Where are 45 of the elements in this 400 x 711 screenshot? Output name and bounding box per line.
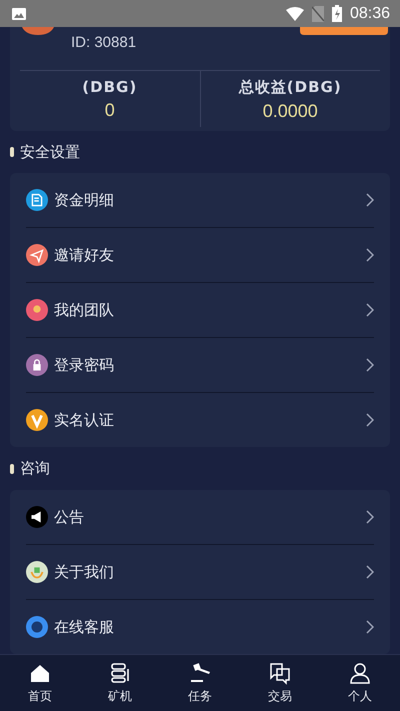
nav-label[interactable]: 矿机 [108, 688, 132, 705]
nav-label[interactable]: 首页 [28, 688, 52, 705]
no-sim-icon [312, 6, 324, 22]
plane-icon [26, 244, 48, 266]
v-letter-icon [26, 409, 48, 432]
nav-label[interactable]: 交易 [268, 688, 292, 705]
gavel-icon[interactable] [188, 661, 212, 685]
chevron-right-icon[interactable] [366, 303, 374, 318]
image-icon [12, 8, 26, 20]
chevron-right-icon[interactable] [366, 413, 374, 428]
menu-item[interactable]: 公告 [54, 508, 360, 527]
chevron-right-icon[interactable] [366, 565, 374, 580]
menu-item[interactable]: 实名认证 [54, 410, 360, 430]
menu-item[interactable]: 登录密码 [54, 356, 360, 375]
ledger-icon [26, 189, 48, 212]
wifi-icon [286, 6, 304, 20]
server-icon[interactable] [108, 661, 132, 685]
lock-icon [26, 354, 48, 376]
megaphone-icon [26, 506, 48, 528]
chevron-right-icon[interactable] [366, 510, 374, 524]
battery-icon [332, 5, 342, 22]
stat-label: (DBG) [82, 78, 138, 96]
menu-item[interactable]: 资金明细 [54, 190, 360, 210]
section-title: 安全设置 [20, 142, 80, 162]
avatar-icon [22, 27, 54, 35]
section-title: 咨询 [20, 459, 50, 478]
chevron-right-icon[interactable] [366, 248, 374, 262]
chevron-right-icon[interactable] [366, 193, 374, 208]
menu-item[interactable]: 我的团队 [54, 300, 360, 320]
person-icon[interactable] [348, 661, 372, 685]
nav-label[interactable]: 个人 [348, 688, 372, 705]
chat-bubbles-icon[interactable] [268, 661, 292, 685]
stat-value: 0.0000 [262, 101, 318, 122]
menu-item[interactable]: 在线客服 [54, 618, 360, 637]
section-marker [10, 464, 14, 474]
chevron-right-icon[interactable] [366, 620, 374, 634]
menu-item[interactable]: 邀请好友 [54, 246, 360, 265]
stat-label: 总收益(DBG) [238, 78, 342, 97]
menu-item[interactable]: 关于我们 [54, 562, 360, 582]
nav-label[interactable]: 任务 [188, 688, 212, 705]
chevron-right-icon[interactable] [366, 358, 374, 372]
stat-value: 0 [104, 100, 115, 121]
user-id: ID: 30881 [71, 34, 138, 51]
status-time: 08:36 [350, 4, 390, 22]
section-marker [10, 147, 14, 158]
